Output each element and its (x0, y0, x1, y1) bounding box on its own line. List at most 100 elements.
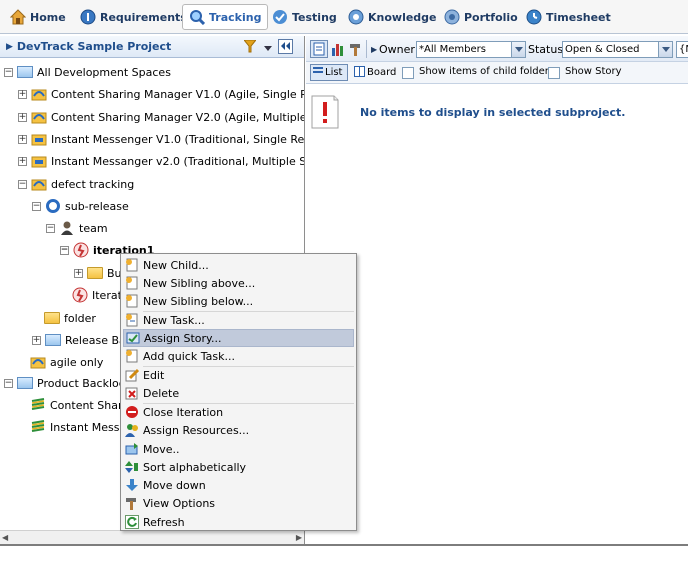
tree-expander[interactable]: − (60, 245, 69, 255)
assign-story-icon (126, 331, 140, 345)
tab-tracking[interactable]: Tracking (182, 4, 269, 30)
list-icon (313, 66, 323, 79)
tree-expander[interactable]: + (32, 335, 41, 345)
tree-expander[interactable]: − (46, 223, 55, 233)
filter-icon[interactable] (242, 39, 258, 56)
chevron-down-icon[interactable] (658, 42, 672, 57)
menu-item-label: View Options (143, 496, 216, 510)
menu-item-view-options[interactable]: View Options (123, 494, 354, 512)
owner-select[interactable]: *All Members (416, 41, 526, 58)
agile-project-icon (30, 354, 46, 370)
tree-expander[interactable]: + (18, 89, 27, 99)
tree-node-product-backlog[interactable]: − Product Backlog (4, 373, 126, 393)
chevron-down-icon[interactable] (511, 42, 525, 57)
tree-node-sub-release[interactable]: − sub-release (32, 196, 129, 216)
scroll-right-arrow-icon[interactable]: ▶ (296, 533, 302, 542)
timesheet-icon (526, 9, 542, 25)
tab-testing[interactable]: Testing (266, 4, 343, 30)
menu-item-assign-story[interactable]: Assign Story... (123, 329, 354, 347)
tab-home[interactable]: Home (4, 4, 72, 30)
new-child-icon (125, 258, 139, 272)
list-view-button[interactable]: List (310, 64, 348, 81)
bottom-border (0, 544, 688, 546)
tree-expander[interactable]: + (74, 268, 83, 278)
tree-expander[interactable]: + (18, 156, 27, 166)
delete-icon (125, 386, 139, 400)
menu-item-edit[interactable]: Edit (123, 366, 354, 384)
tree-expander[interactable]: − (32, 201, 41, 211)
tree-node-label: sub-release (65, 199, 129, 213)
tree-expander[interactable]: − (18, 179, 27, 189)
tree-expander[interactable]: − (4, 378, 13, 388)
agile-project-icon (31, 86, 47, 102)
grid-view-icon[interactable] (310, 40, 328, 58)
menu-item-new-sibling-below[interactable]: New Sibling below... (123, 292, 354, 310)
tree-node-label: agile only (50, 355, 104, 369)
menu-item-sort-alphabetically[interactable]: Sort alphabetically (123, 458, 354, 476)
tree-node-team[interactable]: − team (46, 218, 108, 238)
scroll-left-arrow-icon[interactable]: ◀ (2, 533, 8, 542)
expand-arrow-icon[interactable]: ▶ (6, 42, 13, 52)
show-story-checkbox[interactable] (548, 67, 560, 79)
tree-node-iteration[interactable]: Iterati (72, 285, 125, 305)
tree-expander[interactable]: + (18, 112, 27, 122)
menu-item-add-quick-task[interactable]: Add quick Task... (123, 347, 354, 365)
owner-label: Owner: (379, 43, 419, 56)
show-child-folders-checkbox[interactable] (402, 67, 414, 79)
project-title: DevTrack Sample Project (16, 40, 172, 53)
tree-node-release-backlog[interactable]: + Release Bac (32, 330, 132, 350)
release-ring-icon (45, 198, 61, 214)
tree-node-defect-tracking[interactable]: − defect tracking (18, 174, 134, 194)
collapse-pane-button[interactable] (278, 39, 293, 54)
menu-item-assign-resources[interactable]: Assign Resources... (123, 421, 354, 439)
show-story-label: Show Story (565, 66, 622, 77)
testing-icon (272, 9, 288, 25)
menu-item-delete[interactable]: Delete (123, 384, 354, 402)
context-menu: New Child... New Sibling above... New Si… (120, 253, 357, 531)
board-view-button[interactable]: Board (352, 64, 398, 81)
extra-filter-value: {N (679, 44, 688, 55)
tree-horizontal-scrollbar[interactable]: ◀ ▶ (0, 530, 304, 544)
menu-item-label: New Sibling above... (143, 276, 256, 290)
tree-expander[interactable]: + (18, 134, 27, 144)
tree-node-agile-only[interactable]: agile only (30, 352, 103, 372)
menu-item-refresh[interactable]: Refresh (123, 513, 354, 531)
tab-timesheet[interactable]: Timesheet (520, 4, 617, 30)
tree-node-label: team (79, 221, 108, 235)
tab-requirements[interactable]: Requirements (74, 4, 193, 30)
dropdown-arrow-icon[interactable] (264, 42, 272, 55)
menu-item-close-iteration[interactable]: Close Iteration (123, 403, 354, 421)
tree-expander[interactable]: − (4, 67, 13, 77)
menu-item-new-task[interactable]: New Task... (123, 311, 354, 329)
board-view-label: Board (367, 67, 397, 78)
tree-node-all-development-spaces[interactable]: − All Development Spaces (4, 62, 171, 82)
chart-view-icon[interactable] (331, 42, 345, 59)
board-icon (354, 65, 365, 80)
menu-item-move[interactable]: Move.. (123, 440, 354, 458)
tree-node-content-sharing-v2[interactable]: + Content Sharing Manager V2.0 (Agile, M… (18, 107, 304, 127)
tab-portfolio[interactable]: Portfolio (438, 4, 524, 30)
menu-item-move-down[interactable]: Move down (123, 476, 354, 494)
tree-node-folder[interactable]: folder (44, 308, 96, 328)
backlog-stack-icon (30, 419, 46, 435)
arrow-down-icon (125, 478, 139, 492)
tab-testing-label: Testing (292, 10, 337, 24)
tree-node-label: Content Shari (50, 398, 126, 412)
tab-knowledge[interactable]: Knowledge (342, 4, 443, 30)
tools-icon[interactable] (348, 42, 362, 59)
extra-filter-select[interactable]: {N (676, 41, 688, 58)
tree-node-content-sharing-v1[interactable]: + Content Sharing Manager V1.0 (Agile, S… (18, 84, 304, 104)
menu-item-label: Add quick Task... (143, 349, 235, 363)
tree-node-instant-messenger-v2[interactable]: + Instant Messanger v2.0 (Traditional, M… (18, 151, 304, 171)
view-toolbar: List Board Show items of child folders S… (306, 62, 688, 84)
traditional-project-icon (31, 131, 47, 147)
project-header: ▶ DevTrack Sample Project (0, 36, 304, 58)
agile-project-icon (31, 109, 47, 125)
menu-item-new-sibling-above[interactable]: New Sibling above... (123, 274, 354, 292)
status-select-value: Open & Closed (565, 44, 640, 55)
tree-node-instant-messenger-backlog[interactable]: Instant Messe (30, 417, 126, 437)
status-select[interactable]: Open & Closed (562, 41, 673, 58)
tree-node-content-sharing-backlog[interactable]: Content Shari (30, 395, 126, 415)
tree-node-instant-messenger-v1[interactable]: + Instant Messenger V1.0 (Traditional, S… (18, 129, 304, 149)
menu-item-new-child[interactable]: New Child... (123, 256, 354, 274)
